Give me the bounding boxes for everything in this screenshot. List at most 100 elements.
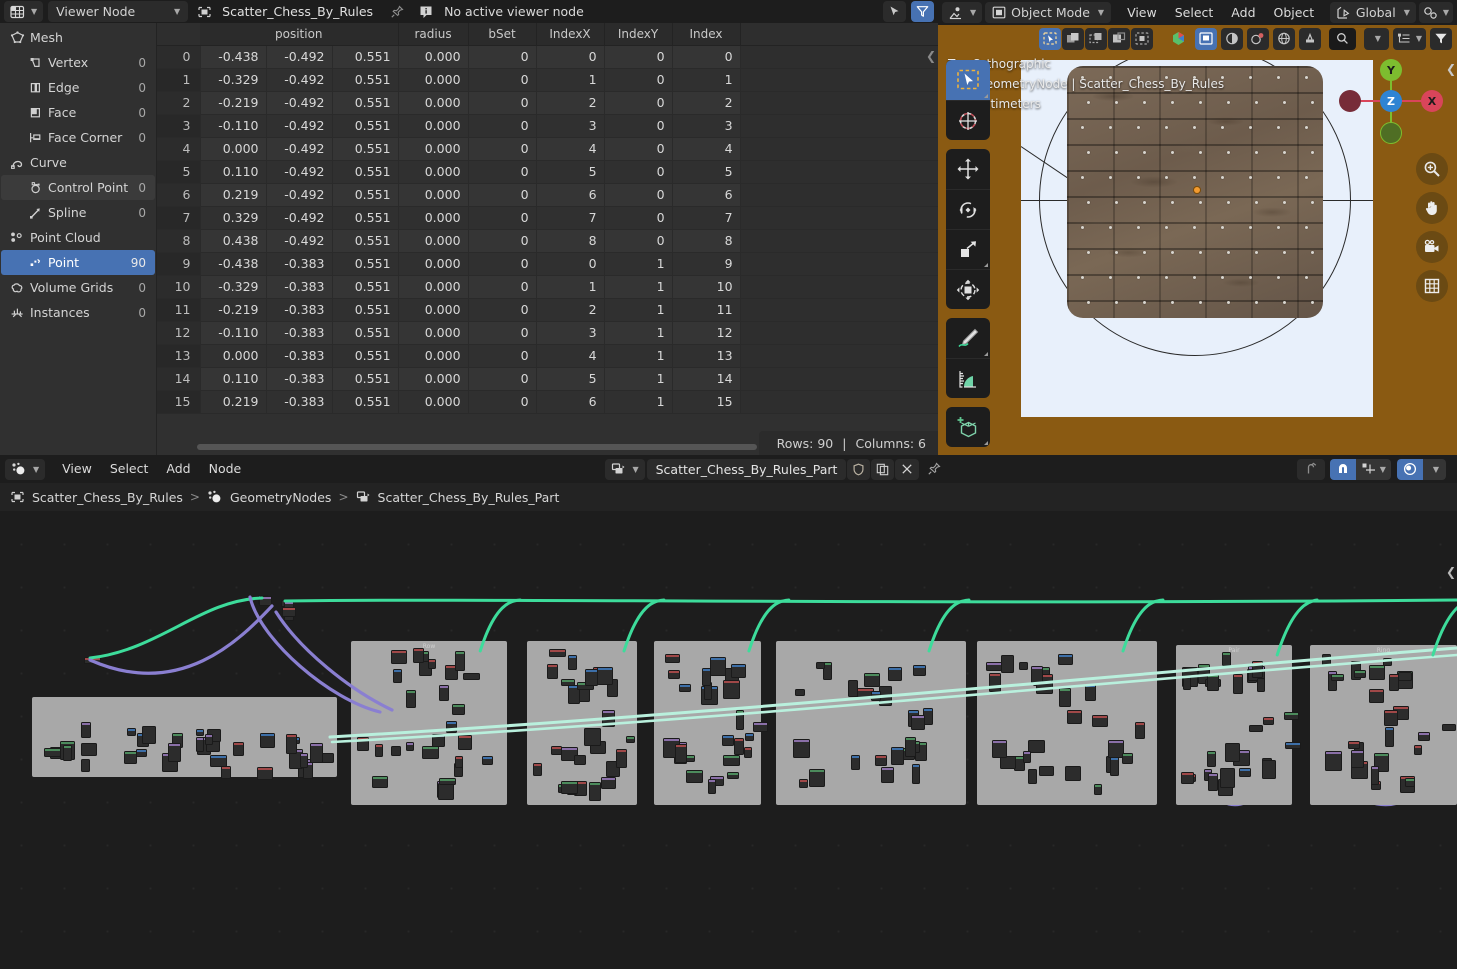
node[interactable] [1262,760,1276,779]
node[interactable] [406,742,414,751]
node[interactable] [875,755,887,766]
menu-add[interactable]: Add [157,458,199,480]
table-row[interactable]: 0 -0.438 -0.492 0.551 0.000 0 0 0 0 [157,45,938,69]
node[interactable] [1092,715,1108,727]
node[interactable] [809,769,825,787]
magnet-toggle[interactable] [1329,458,1356,480]
node-overlay-toggle[interactable] [1396,458,1423,480]
node[interactable] [533,763,542,776]
editor-type-selector[interactable]: ▼ [942,2,983,23]
node-sidebar-arrow[interactable]: ❮ [1446,565,1456,579]
zoom-button[interactable] [1416,153,1448,185]
node[interactable] [233,742,244,756]
table-row[interactable]: 13 0.000 -0.383 0.551 0.000 0 4 1 13 [157,344,938,368]
table-row[interactable]: 10 -0.329 -0.383 0.551 0.000 0 1 1 10 [157,275,938,299]
node[interactable] [439,778,456,785]
node[interactable] [196,729,204,736]
node[interactable] [455,756,463,768]
node[interactable] [127,728,136,736]
go-to-parent-button[interactable] [1296,458,1325,480]
node[interactable] [616,749,627,768]
node[interactable] [1031,666,1043,683]
node[interactable] [710,657,726,676]
table-row[interactable]: 15 0.219 -0.383 0.551 0.000 0 6 1 15 [157,390,938,414]
node[interactable] [708,779,716,794]
select-set-button[interactable] [1038,27,1061,50]
node[interactable] [1285,742,1301,749]
column-header-Index[interactable]: Index [672,23,741,46]
node[interactable] [1405,778,1415,787]
interaction-mode-dropdown[interactable]: Object Mode ▼ [985,2,1112,23]
node[interactable] [1263,717,1274,725]
node[interactable] [1094,784,1102,795]
node[interactable] [1135,722,1145,739]
node[interactable] [745,733,754,741]
menu-view[interactable]: View [1118,2,1166,24]
node[interactable] [393,669,402,683]
filter-toggle[interactable] [911,1,934,22]
node[interactable] [1039,766,1054,776]
column-header-IndexX[interactable]: IndexX [536,23,605,46]
node[interactable] [372,776,388,788]
node[interactable] [210,755,227,767]
pin-icon[interactable] [927,462,942,476]
node[interactable] [142,726,156,744]
node[interactable] [753,722,768,732]
viewport-sidebar-arrow[interactable]: ❮ [1446,62,1456,76]
node[interactable] [602,710,615,727]
table-row[interactable]: 11 -0.219 -0.383 0.551 0.000 0 2 1 11 [157,298,938,322]
node[interactable] [1225,743,1240,762]
node[interactable] [871,691,881,701]
node[interactable] [205,734,213,745]
node[interactable] [422,746,439,759]
node[interactable] [1067,710,1082,724]
table-row[interactable]: 1 -0.329 -0.492 0.551 0.000 0 1 0 1 [157,68,938,92]
node[interactable] [795,689,805,696]
node[interactable] [196,737,204,752]
node[interactable] [257,767,273,780]
node-canvas[interactable]: Row Pair Ring ❮ [0,523,1457,969]
pan-hand-button[interactable] [1416,192,1448,224]
node[interactable] [547,664,558,679]
node[interactable] [986,662,1002,671]
node[interactable] [1371,766,1379,785]
node[interactable] [455,651,465,671]
domain-row-point[interactable]: Point 90 [1,250,155,275]
rotate-tool[interactable] [946,189,990,229]
node[interactable] [1398,672,1412,681]
node[interactable] [1239,768,1251,777]
navigation-gizmo[interactable]: Y X Z [1339,59,1443,144]
overlay-dropdown[interactable]: ▼ [1422,458,1446,480]
node[interactable] [601,777,616,789]
node[interactable] [406,690,416,708]
node[interactable] [816,662,825,669]
node[interactable] [1058,654,1073,665]
domain-row-edge[interactable]: Edge 0 [1,75,155,100]
menu-object[interactable]: Object [1265,2,1324,24]
node[interactable] [1059,688,1071,707]
node[interactable] [1414,745,1422,755]
node[interactable] [744,747,752,758]
table-row[interactable]: 7 0.329 -0.492 0.551 0.000 0 7 0 7 [157,206,938,230]
filter-list-dropdown[interactable]: ▼ [1392,27,1426,50]
node[interactable] [905,737,916,757]
pin-icon[interactable] [390,5,404,19]
select-subtract-button[interactable] [1084,27,1107,50]
domain-row-face-corner[interactable]: Face Corner 0 [1,125,155,150]
node[interactable] [1284,712,1299,720]
select-difference-button[interactable] [1107,27,1130,50]
node[interactable] [734,738,744,755]
node[interactable] [992,740,1007,758]
node[interactable] [1384,710,1398,726]
node[interactable] [1369,665,1385,680]
node[interactable] [1252,661,1263,678]
collapse-button[interactable]: ▼ [1363,27,1389,50]
node[interactable] [626,736,635,743]
node[interactable] [1207,751,1216,767]
gizmo-axis-z[interactable]: Z [1380,90,1402,112]
breadcrumb-item[interactable]: Scatter_Chess_By_Rules [32,490,183,505]
select-extend-button[interactable] [1061,27,1084,50]
node[interactable] [1351,750,1364,768]
node[interactable] [1257,678,1265,692]
gizmo-axis-y-neg[interactable] [1380,122,1402,144]
